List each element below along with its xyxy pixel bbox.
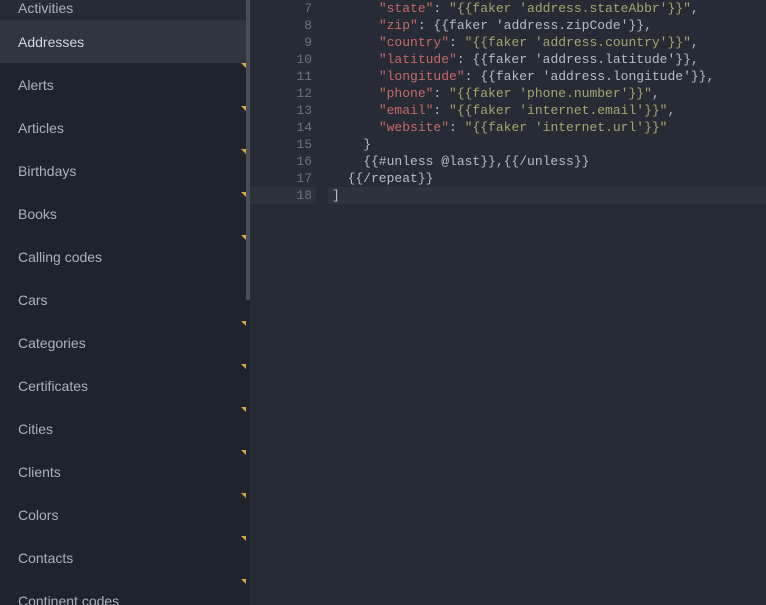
sidebar-item-label: Addresses [18,34,84,50]
sidebar-item-calling-codes[interactable]: Calling codes [0,235,250,278]
line-number: 11 [250,68,316,85]
line-number: 12 [250,85,316,102]
sidebar-item-contacts[interactable]: Contacts [0,536,250,579]
sidebar-item-clients[interactable]: Clients [0,450,250,493]
code-line[interactable]: "latitude": {{faker 'address.latitude'}}… [328,51,766,68]
line-number: 15 [250,136,316,153]
code-line[interactable]: "country": "{{faker 'address.country'}}"… [328,34,766,51]
line-number-gutter: 789101112131415161718 [250,0,328,605]
code-line[interactable]: {{/repeat}} [328,170,766,187]
code-area[interactable]: "state": "{{faker 'address.stateAbbr'}}"… [328,0,766,605]
code-line[interactable]: "longitude": {{faker 'address.longitude'… [328,68,766,85]
code-line[interactable]: "state": "{{faker 'address.stateAbbr'}}"… [328,0,766,17]
sidebar-item-categories[interactable]: Categories [0,321,250,364]
code-line[interactable]: "email": "{{faker 'internet.email'}}", [328,102,766,119]
sidebar-item-continent-codes[interactable]: Continent codes [0,579,250,605]
sidebar-item-label: Continent codes [18,593,119,605]
sidebar-item-activities[interactable]: Activities [0,0,250,20]
line-number: 16 [250,153,316,170]
line-number: 7 [250,0,316,17]
sidebar-item-label: Contacts [18,550,73,566]
sidebar-item-articles[interactable]: Articles [0,106,250,149]
sidebar-item-books[interactable]: Books [0,192,250,235]
sidebar-item-label: Clients [18,464,61,480]
line-number: 9 [250,34,316,51]
line-number: 13 [250,102,316,119]
line-number: 18 [250,187,316,204]
sidebar-item-label: Certificates [18,378,88,394]
sidebar-item-alerts[interactable]: Alerts [0,63,250,106]
sidebar-item-certificates[interactable]: Certificates [0,364,250,407]
sidebar-item-label: Birthdays [18,163,76,179]
sidebar-scrollbar[interactable] [246,0,250,605]
sidebar-item-cars[interactable]: Cars [0,278,250,321]
sidebar-item-label: Cities [18,421,53,437]
sidebar-item-label: Articles [18,120,64,136]
line-number: 17 [250,170,316,187]
sidebar-item-birthdays[interactable]: Birthdays [0,149,250,192]
sidebar-item-colors[interactable]: Colors [0,493,250,536]
sidebar-item-label: Cars [18,292,48,308]
sidebar-item-label: Colors [18,507,58,523]
code-line[interactable]: "website": "{{faker 'internet.url'}}" [328,119,766,136]
sidebar-item-cities[interactable]: Cities [0,407,250,450]
line-number: 14 [250,119,316,136]
code-line[interactable]: } [328,136,766,153]
sidebar: Activities Addresses Alerts Articles Birthda… [0,0,250,605]
code-editor[interactable]: 789101112131415161718 "state": "{{faker … [250,0,766,605]
sidebar-item-addresses[interactable]: Addresses [0,20,250,63]
code-line[interactable]: ] [328,187,766,204]
sidebar-item-label: Categories [18,335,86,351]
sidebar-scrollbar-thumb[interactable] [246,0,250,300]
sidebar-item-label: Activities [18,0,73,16]
code-line[interactable]: "zip": {{faker 'address.zipCode'}}, [328,17,766,34]
sidebar-item-label: Books [18,206,57,222]
code-line[interactable]: {{#unless @last}},{{/unless}} [328,153,766,170]
sidebar-item-label: Calling codes [18,249,102,265]
line-number: 10 [250,51,316,68]
sidebar-item-label: Alerts [18,77,54,93]
code-line[interactable]: "phone": "{{faker 'phone.number'}}", [328,85,766,102]
line-number: 8 [250,17,316,34]
